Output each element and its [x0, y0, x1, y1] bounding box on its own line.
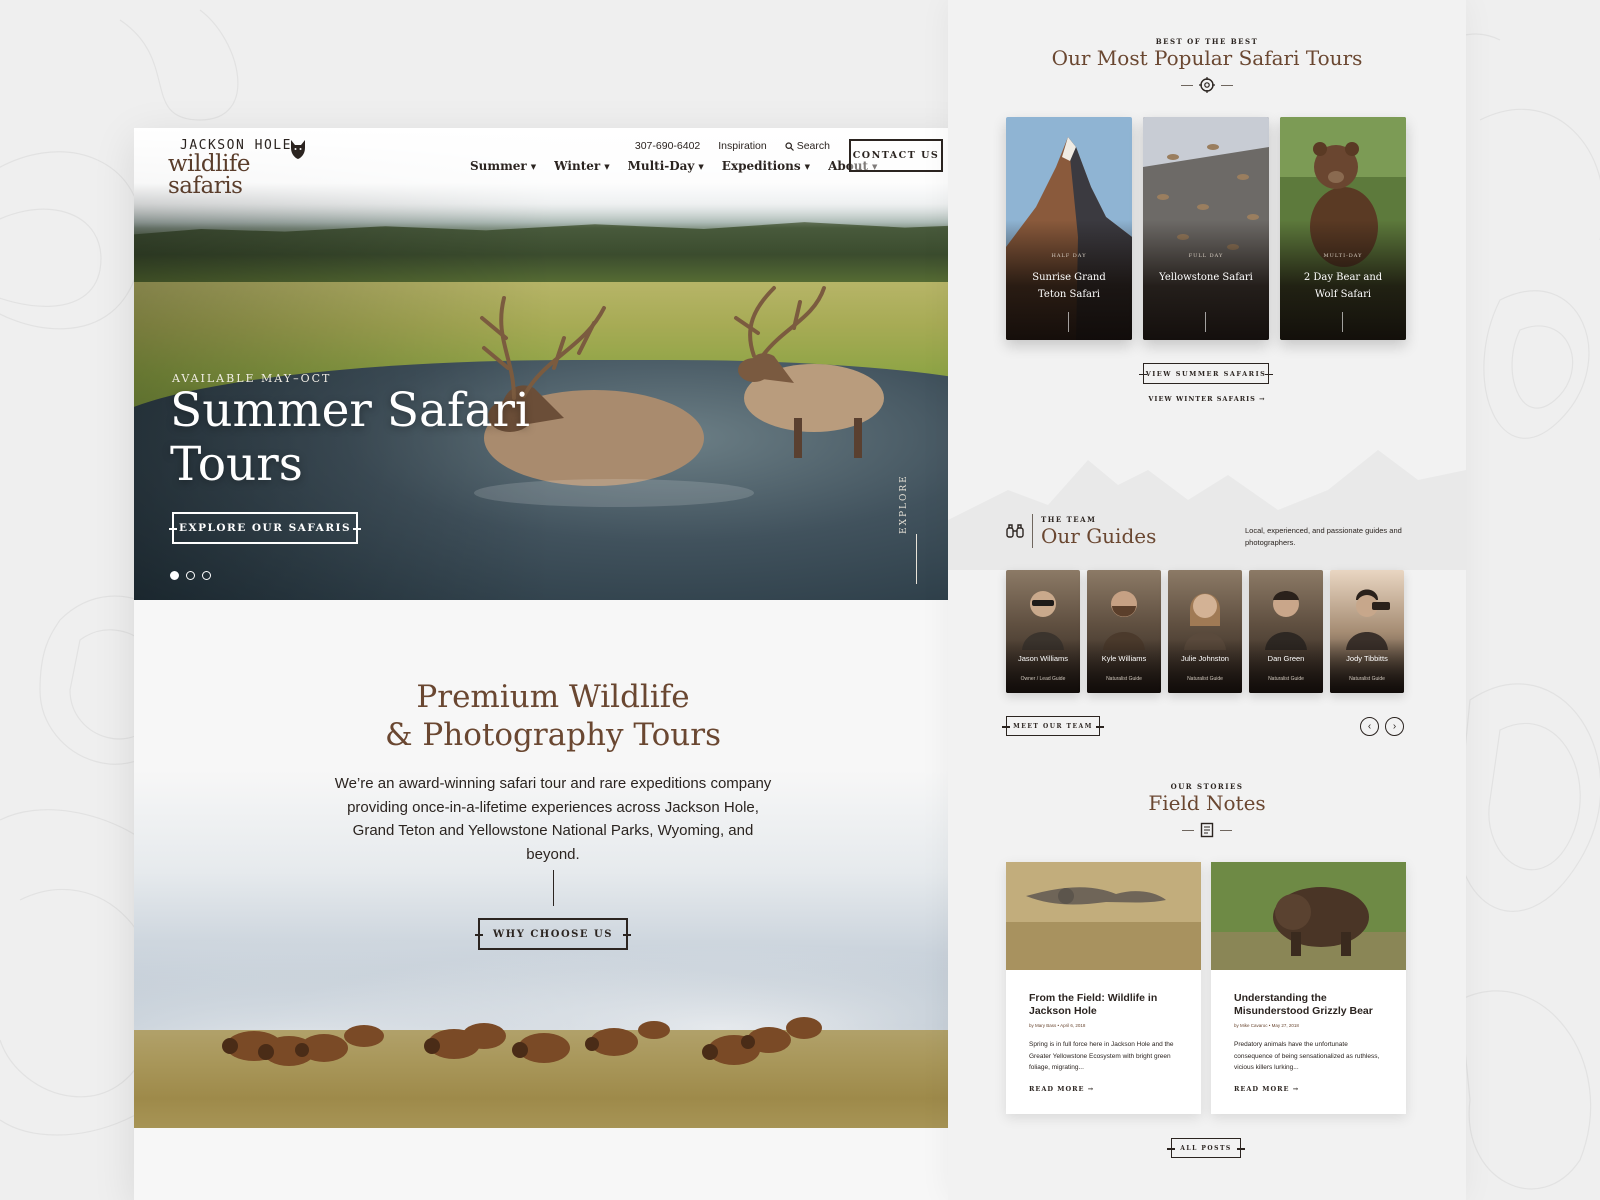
utility-bar: 307-690-6402 Inspiration Search	[635, 140, 830, 152]
guide-card[interactable]: Jody Tibbitts Naturalist Guide	[1330, 570, 1404, 693]
guide-card[interactable]: Julie Johnston Naturalist Guide	[1168, 570, 1242, 693]
caret-down-icon: ▼	[530, 161, 537, 171]
explore-scroll-link[interactable]: EXPLORE	[899, 474, 927, 592]
nav-multi-day[interactable]: Multi-Day ▼	[628, 159, 704, 173]
tours-title: Our Most Popular Safari Tours	[1051, 46, 1363, 70]
guides-title: Our Guides	[1041, 523, 1157, 548]
tour-card[interactable]: MULTI-DAY 2 Day Bear and Wolf Safari	[1280, 117, 1406, 340]
search-link[interactable]: Search	[785, 140, 830, 152]
read-more-link[interactable]: READ MORE →	[1234, 1085, 1299, 1093]
caret-down-icon: ▼	[604, 161, 610, 171]
intro-section: Premium Wildlife & Photography Tours We’…	[134, 600, 972, 1200]
slider-dot-1[interactable]	[170, 571, 179, 580]
meet-our-team-button[interactable]: MEET OUR TEAM	[1002, 716, 1104, 736]
hero-section: JACKSON HOLE wildlife safaris 307-690-64…	[134, 128, 972, 600]
view-summer-safaris-button[interactable]: VIEW SUMMER SAFARIS	[1139, 363, 1273, 384]
nav-winter[interactable]: Winter ▼	[554, 159, 609, 173]
tour-cards: HALF DAY Sunrise Grand Teton Safari FULL…	[1006, 117, 1406, 340]
tour-card[interactable]: FULL DAY Yellowstone Safari	[1143, 117, 1269, 340]
search-icon	[785, 141, 794, 151]
nav-summer[interactable]: Summer ▼	[470, 159, 536, 173]
guides-eyebrow: THE TEAM	[1041, 514, 1097, 524]
homepage-mockup: JACKSON HOLE wildlife safaris 307-690-64…	[134, 128, 972, 1200]
guides-header: THE TEAM Our Guides	[1006, 514, 1156, 548]
guides-description: Local, experienced, and passionate guide…	[1245, 526, 1402, 547]
grizzly-bear-photo	[1211, 862, 1406, 970]
nav-expeditions[interactable]: Expeditions ▼	[722, 159, 810, 173]
slider-dot-2[interactable]	[186, 571, 195, 580]
logo[interactable]: JACKSON HOLE wildlife safaris	[168, 138, 328, 198]
slider-dots	[170, 571, 211, 580]
slider-dot-3[interactable]	[202, 571, 211, 580]
guide-card[interactable]: Dan Green Naturalist Guide	[1249, 570, 1323, 693]
main-nav: Summer ▼ Winter ▼ Multi-Day ▼ Expeditions ▼ …	[470, 159, 877, 173]
all-posts-button[interactable]: ALL POSTS	[1167, 1138, 1245, 1158]
intro-title: Premium Wildlife & Photography Tours	[384, 679, 721, 753]
guides-carousel-controls: ‹ ›	[1360, 717, 1404, 736]
contact-us-button[interactable]: CONTACT US	[849, 139, 943, 172]
caret-down-icon: ▼	[698, 161, 704, 171]
stories-eyebrow: OUR STORIES	[1170, 782, 1244, 791]
bison-herd-photo	[222, 1017, 822, 1066]
section-divider	[1182, 822, 1232, 838]
guide-card[interactable]: Kyle Williams Naturalist Guide	[1087, 570, 1161, 693]
notebook-icon	[1200, 822, 1214, 838]
tours-eyebrow: BEST OF THE BEST	[1155, 37, 1259, 46]
stories-title: Field Notes	[1148, 791, 1266, 815]
next-arrow-icon[interactable]: ›	[1385, 717, 1404, 736]
story-card[interactable]: Understanding the Misunderstood Grizzly …	[1211, 862, 1406, 1114]
explore-safaris-button[interactable]: EXPLORE OUR SAFARIS	[169, 512, 361, 544]
prev-arrow-icon[interactable]: ‹	[1360, 717, 1379, 736]
section-divider	[1181, 77, 1233, 93]
wolf-icon	[291, 140, 305, 159]
story-card[interactable]: From the Field: Wildlife in Jackson Hole…	[1006, 862, 1201, 1114]
hero-title: Summer Safari Tours	[170, 383, 530, 492]
caret-down-icon: ▼	[804, 161, 811, 171]
owl-photo	[1006, 862, 1201, 970]
elk-photo	[474, 286, 884, 507]
inspiration-link[interactable]: Inspiration	[718, 140, 766, 152]
view-winter-safaris-link[interactable]: VIEW WINTER SAFARIS →	[948, 395, 1466, 403]
story-cards: From the Field: Wildlife in Jackson Hole…	[1006, 862, 1406, 1114]
binoculars-icon	[1006, 524, 1024, 538]
intro-body: We’re an award-winning safari tour and r…	[334, 775, 772, 863]
guide-cards: Jason Williams Owner / Lead Guide Kyle W…	[1006, 570, 1404, 693]
inner-page-mockup: BEST OF THE BEST Our Most Popular Safari…	[948, 0, 1466, 1200]
compass-icon	[1199, 77, 1215, 93]
mountain-silhouette	[948, 450, 1466, 570]
why-choose-us-button[interactable]: WHY CHOOSE US	[475, 918, 631, 950]
tour-card[interactable]: HALF DAY Sunrise Grand Teton Safari	[1006, 117, 1132, 340]
read-more-link[interactable]: READ MORE →	[1029, 1085, 1094, 1093]
guide-card[interactable]: Jason Williams Owner / Lead Guide	[1006, 570, 1080, 693]
phone-link[interactable]: 307-690-6402	[635, 140, 700, 152]
